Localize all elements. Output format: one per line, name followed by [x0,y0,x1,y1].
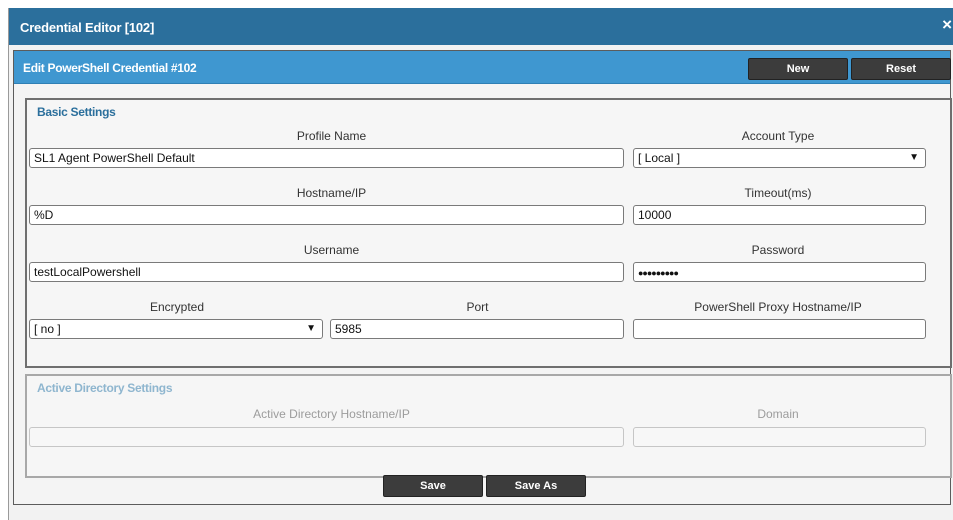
encrypted-value: [ no ] [34,322,61,336]
username-input[interactable]: testLocalPowershell [29,262,624,282]
chevron-down-icon: ▼ [909,152,919,163]
panel-header: Edit PowerShell Credential #102 New Rese… [14,51,951,84]
password-input[interactable]: ●●●●●●●●● [633,262,926,282]
password-label: Password [751,243,805,257]
port-label: Port [466,300,489,314]
basic-settings-legend: Basic Settings [37,105,116,119]
credential-panel: Edit PowerShell Credential #102 New Rese… [13,50,952,505]
hostname-input[interactable]: %D [29,205,624,225]
username-label: Username [303,243,360,257]
account-type-value: [ Local ] [638,151,681,165]
chevron-down-icon: ▼ [306,323,316,334]
domain-input[interactable] [633,427,926,447]
proxy-hostname-label: PowerShell Proxy Hostname/IP [694,300,862,314]
active-directory-section: Active Directory Settings Active Directo… [25,374,952,478]
timeout-input[interactable]: 10000 [633,205,926,225]
close-icon[interactable]: × [942,16,952,34]
reset-button[interactable]: Reset [851,58,951,80]
basic-settings-section: Basic Settings Profile Name SL1 Agent Po… [25,98,952,368]
timeout-label: Timeout(ms) [744,186,812,200]
panel-title: Edit PowerShell Credential #102 [23,61,197,75]
encrypted-select[interactable]: [ no ] ▼ [29,319,323,339]
active-directory-legend: Active Directory Settings [37,381,173,395]
ad-hostname-label: Active Directory Hostname/IP [253,407,410,421]
proxy-hostname-input[interactable] [633,319,926,339]
domain-label: Domain [757,407,799,421]
profile-name-input[interactable]: SL1 Agent PowerShell Default [29,148,624,168]
save-as-button[interactable]: Save As [486,475,586,497]
account-type-label: Account Type [741,129,815,143]
new-button[interactable]: New [748,58,848,80]
account-type-select[interactable]: [ Local ] ▼ [633,148,926,168]
hostname-label: Hostname/IP [296,186,367,200]
window-title: Credential Editor [102] [20,20,155,35]
credential-editor-window: Credential Editor [102] × Edit PowerShel… [8,8,953,520]
encrypted-label: Encrypted [149,300,205,314]
save-button[interactable]: Save [383,475,483,497]
window-titlebar: Credential Editor [102] × [9,8,953,45]
port-input[interactable]: 5985 [330,319,624,339]
ad-hostname-input[interactable] [29,427,624,447]
profile-name-label: Profile Name [296,129,367,143]
